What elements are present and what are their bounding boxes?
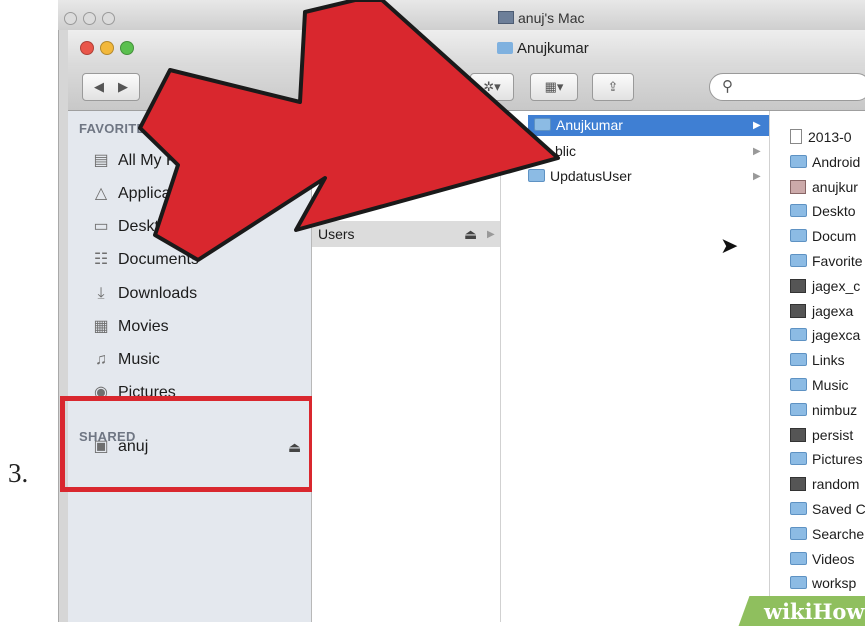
watermark-text: wikiHow (764, 599, 865, 624)
big-red-arrow (138, 0, 560, 262)
